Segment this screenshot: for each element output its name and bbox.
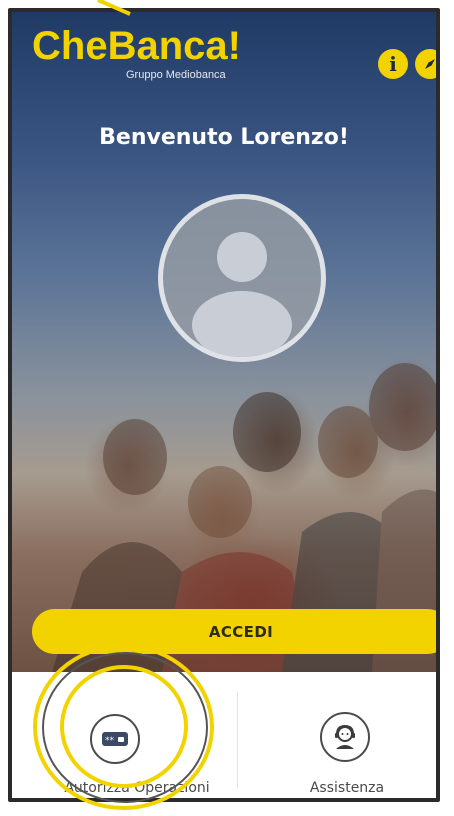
nav-divider <box>237 692 238 788</box>
logo-subtitle: Gruppo Mediobanca <box>126 69 226 81</box>
hero-background: CheBanca! Gruppo Mediobanca i Benvenuto … <box>12 12 436 672</box>
assistance-button[interactable] <box>320 712 370 762</box>
welcome-message: Benvenuto Lorenzo! <box>99 125 349 150</box>
avatar[interactable] <box>158 194 326 362</box>
assistance-label[interactable]: Assistenza <box>272 780 422 796</box>
top-bar: CheBanca! Gruppo Mediobanca i <box>12 12 436 82</box>
compass-button[interactable] <box>415 49 436 79</box>
support-agent-icon <box>335 724 355 749</box>
otp-token-icon: ** <box>102 732 128 746</box>
user-silhouette-icon <box>192 232 292 357</box>
brand-logo: CheBanca! Gruppo Mediobanca <box>32 24 241 81</box>
phone-screen: CheBanca! Gruppo Mediobanca i Benvenuto … <box>8 8 440 802</box>
login-button[interactable]: ACCEDI <box>32 609 436 654</box>
svg-text:**: ** <box>105 736 115 746</box>
logo-title: CheBanca! <box>32 24 241 68</box>
info-button[interactable]: i <box>378 49 408 79</box>
annotation-pointer <box>97 0 131 16</box>
info-icon: i <box>389 52 397 76</box>
authorize-operations-button[interactable]: ** <box>90 714 140 764</box>
authorize-operations-label[interactable]: Autorizza Operazioni <box>32 780 242 796</box>
compass-icon <box>425 59 435 69</box>
